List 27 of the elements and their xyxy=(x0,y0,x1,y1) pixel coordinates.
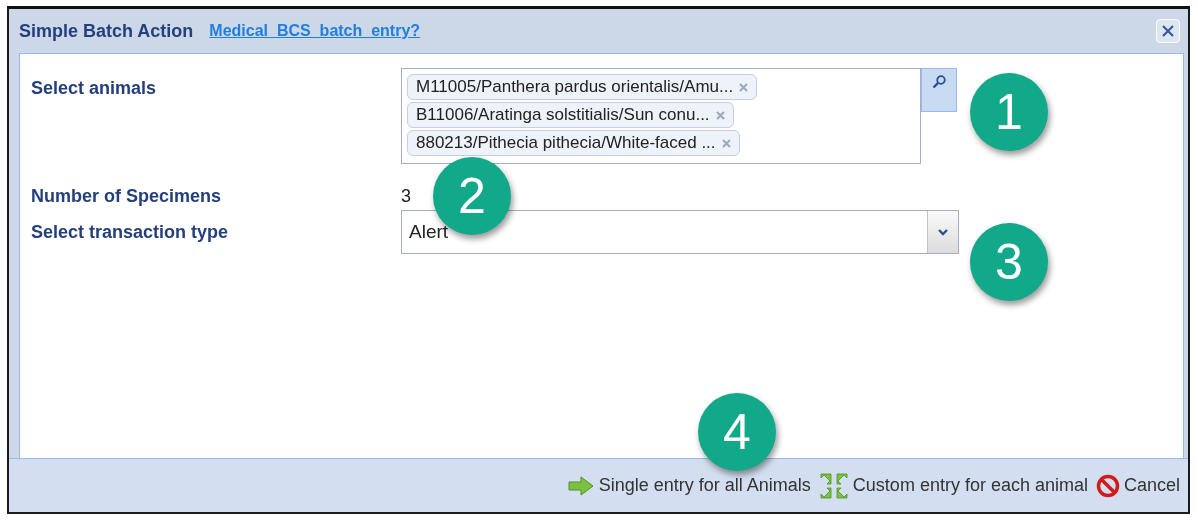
arrows-icon xyxy=(818,471,849,500)
dialog-title: Simple Batch Action xyxy=(19,20,194,42)
tag-text: M11005/Panthera pardus orientalis/Amu... xyxy=(416,77,734,97)
remove-icon xyxy=(739,82,749,92)
arrow-icon xyxy=(566,475,595,496)
chevron-icon xyxy=(938,228,948,236)
cancel-button[interactable]: Cancel xyxy=(1095,473,1180,498)
field-label: Number of Specimens xyxy=(31,185,223,207)
specimen-count: 3 xyxy=(401,185,411,207)
tag-text: B11006/Aratinga solstitialis/Sun conu... xyxy=(416,105,710,125)
close-icon xyxy=(1162,25,1174,37)
animals-field[interactable]: M11005/Panthera pardus orientalis/Amu... B11006/Aratinga solstitialis/Sun conu... 880213/Pithecia pithecia/White-faced ... xyxy=(401,68,921,164)
search-button[interactable] xyxy=(921,68,957,112)
search-icon xyxy=(932,75,946,89)
field-label: Select animals xyxy=(31,77,158,99)
remove-button[interactable] xyxy=(739,82,749,92)
no-entry-icon xyxy=(1095,473,1120,498)
close-button[interactable] xyxy=(1156,19,1180,43)
remove-icon xyxy=(715,110,725,120)
remove-icon xyxy=(721,138,731,148)
action-button[interactable]: Single entry for all Animals xyxy=(566,475,811,496)
remove-button[interactable] xyxy=(715,110,725,120)
dropdown-button[interactable] xyxy=(927,211,958,253)
field-label: Select transaction type xyxy=(31,221,230,243)
remove-button[interactable] xyxy=(721,138,731,148)
tag-text: 880213/Pithecia pithecia/White-faced ... xyxy=(416,133,716,153)
action-button[interactable]: Custom entry for each animal xyxy=(818,471,1088,500)
